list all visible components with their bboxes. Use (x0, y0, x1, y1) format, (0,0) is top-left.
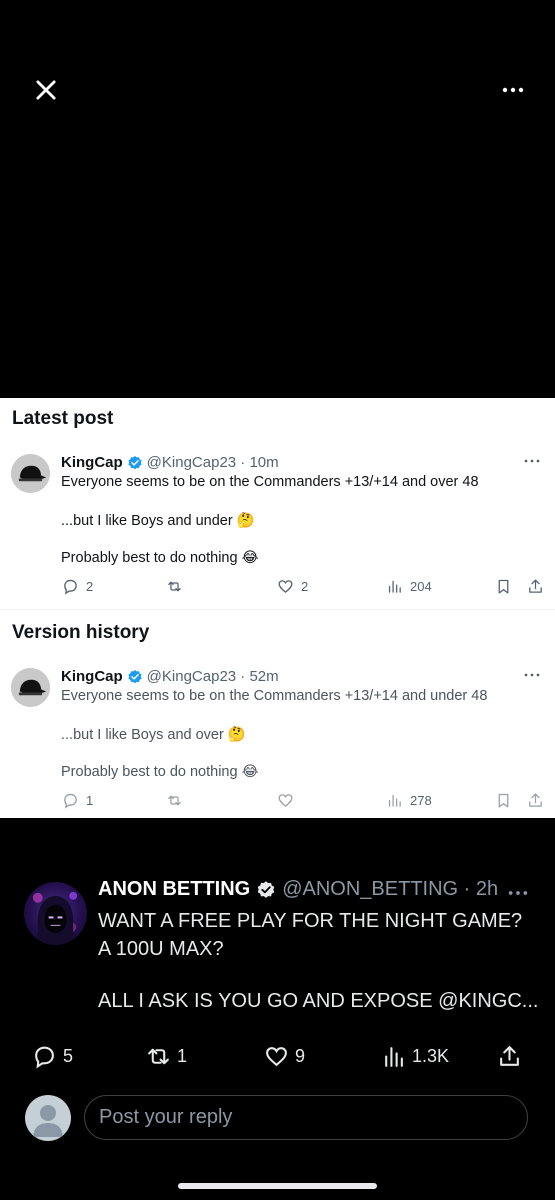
reply-icon (35, 1046, 54, 1069)
post-text-line: Probably best to do nothing 😂 (61, 550, 259, 566)
reply-action[interactable]: 5 (32, 1044, 73, 1069)
view-count: 1.3K (412, 1046, 450, 1066)
like-count: 9 (295, 1046, 306, 1066)
like-action[interactable] (277, 792, 301, 809)
repost-action[interactable] (166, 578, 190, 595)
reply-count: 2 (86, 579, 94, 594)
author-name: KingCap (61, 668, 123, 685)
post-text-line: Probably best to do nothing 😂 (61, 764, 259, 780)
post-header: KingCap @KingCap23 · 52m (61, 668, 279, 685)
edited-post-screenshot[interactable]: Latest post KingCap @KingCap23 · 10m Eve… (0, 398, 555, 818)
like-action[interactable]: 2 (277, 578, 308, 595)
verified-badge-icon (128, 455, 142, 469)
repost-icon (148, 1048, 169, 1065)
post-text-line: WANT A FREE PLAY FOR THE NIGHT GAME? (98, 910, 523, 932)
version-history-heading: Version history (12, 622, 150, 643)
reply-count: 1 (86, 793, 94, 808)
post-text-line: Everyone seems to be on the Commanders +… (61, 688, 488, 704)
heart-icon (278, 580, 293, 593)
views-action[interactable]: 278 (386, 792, 432, 809)
reply-composer (0, 1092, 555, 1144)
share-action[interactable] (527, 578, 551, 595)
post-actions: 5 1 9 1.3K (0, 1044, 555, 1072)
author-name: ANON BETTING (98, 878, 251, 900)
views-icon (388, 794, 401, 807)
heart-icon (266, 1047, 287, 1067)
hooded-figure-avatar-image (32, 891, 78, 945)
post-text-line: ...but I like Boys and over 🤔 (61, 727, 246, 743)
views-icon (388, 580, 401, 593)
like-action[interactable]: 9 (264, 1044, 305, 1069)
latest-post-heading: Latest post (12, 408, 114, 429)
views-icon (385, 1047, 403, 1067)
view-count: 278 (410, 793, 432, 808)
share-icon (500, 1046, 519, 1066)
share-icon (529, 579, 542, 593)
repost-count: 1 (177, 1046, 188, 1066)
share-action[interactable] (527, 792, 551, 809)
views-action[interactable]: 204 (386, 578, 432, 595)
reply-action[interactable]: 1 (62, 792, 93, 809)
avatar (11, 454, 50, 493)
handle-time: @KingCap23 · 10m (146, 454, 279, 471)
default-user-icon (33, 1105, 63, 1137)
post-text-line: ...but I like Boys and under 🤔 (61, 513, 255, 529)
post-text-line: Everyone seems to be on the Commanders +… (61, 474, 479, 490)
reply-action[interactable]: 2 (62, 578, 93, 595)
repost-action[interactable]: 1 (146, 1044, 187, 1069)
author-name: KingCap (61, 454, 123, 471)
repost-icon (168, 795, 181, 806)
close-icon[interactable] (32, 76, 60, 104)
reply-icon (64, 793, 77, 809)
avatar (24, 882, 87, 945)
share-icon (529, 793, 542, 807)
bookmark-action[interactable] (495, 578, 519, 595)
bookmark-action[interactable] (495, 792, 519, 809)
post-text-line: A 100U MAX? (98, 938, 224, 960)
avatar (11, 668, 50, 707)
post-header: KingCap @KingCap23 · 10m (61, 454, 279, 471)
like-count: 2 (301, 579, 309, 594)
more-icon[interactable] (523, 454, 541, 468)
cap-avatar-image (11, 668, 50, 707)
reply-icon (64, 579, 77, 595)
post-actions: 2 2 204 (0, 578, 555, 598)
verified-badge-icon (257, 880, 275, 898)
more-icon[interactable] (507, 886, 529, 900)
reply-input[interactable] (84, 1095, 528, 1140)
repost-action[interactable] (166, 792, 190, 809)
post-actions: 1 278 (0, 792, 555, 812)
cap-avatar-image (11, 454, 50, 493)
more-horizontal-icon[interactable] (499, 78, 527, 102)
reply-count: 5 (63, 1046, 74, 1066)
viewer-top-bar (0, 0, 555, 180)
handle-time: @ANON_BETTING · 2h (282, 878, 499, 900)
bookmark-icon (498, 579, 509, 594)
repost-icon (168, 581, 181, 592)
post-text-line: ALL I ASK IS YOU GO AND EXPOSE @KINGC... (98, 990, 539, 1012)
home-indicator[interactable] (178, 1183, 377, 1189)
views-action[interactable]: 1.3K (381, 1044, 449, 1069)
section-divider (0, 609, 555, 610)
user-avatar[interactable] (25, 1095, 71, 1141)
bookmark-icon (498, 793, 509, 808)
heart-icon (278, 794, 293, 807)
more-icon[interactable] (523, 668, 541, 682)
view-count: 204 (410, 579, 432, 594)
verified-badge-icon (128, 669, 142, 683)
share-action[interactable] (497, 1044, 528, 1069)
handle-time: @KingCap23 · 52m (146, 668, 279, 685)
post-header: ANON BETTING @ANON_BETTING · 2h (98, 878, 498, 901)
